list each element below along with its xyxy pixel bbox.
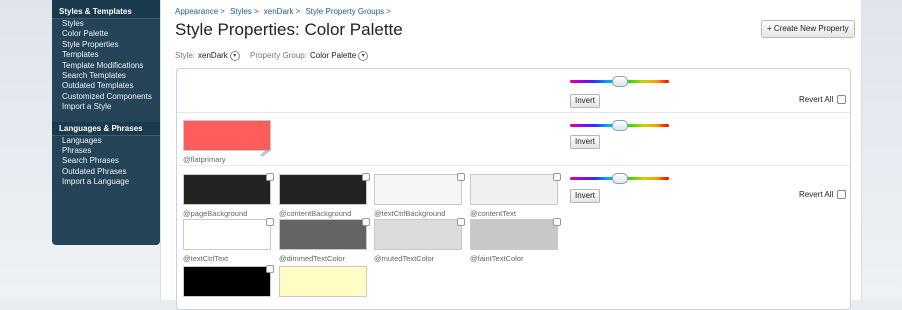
swatch-color[interactable] — [183, 266, 271, 297]
sidebar-item-styles[interactable]: Styles — [52, 19, 160, 29]
breadcrumb-styles[interactable]: Styles — [230, 7, 252, 16]
swatch-label: @faintTextColor — [470, 254, 524, 263]
pencil-icon[interactable] — [260, 149, 270, 157]
swatch-color[interactable] — [470, 174, 558, 205]
swatch-checkbox[interactable] — [457, 173, 465, 181]
invert-button-1[interactable]: Invert — [570, 94, 601, 108]
swatch-checkbox[interactable] — [266, 218, 274, 226]
invert-button-3[interactable]: Invert — [570, 189, 601, 203]
swatch-fainttextcolor[interactable]: @faintTextColor — [470, 218, 561, 264]
sidebar-section-title-styles: Styles & Templates — [52, 0, 160, 19]
swatch-label: @contentText — [470, 209, 516, 218]
swatch-checkbox[interactable] — [457, 218, 465, 226]
sidebar-item-template-modifications[interactable]: Template Modifications — [52, 61, 160, 71]
sidebar-item-customized-components[interactable]: Customized Components — [52, 92, 160, 102]
swatch-label: @mutedTextColor — [374, 254, 435, 263]
swatch-checkbox[interactable] — [362, 173, 370, 181]
swatch-textctrltext[interactable]: @textCtrlText — [183, 218, 274, 264]
swatch-color[interactable] — [279, 174, 367, 205]
hue-slider-1[interactable] — [570, 76, 669, 87]
revert-all-label-3: Revert All — [799, 190, 834, 199]
breadcrumb-appearance[interactable]: Appearance — [175, 7, 218, 16]
breadcrumb-style-property-groups[interactable]: Style Property Groups — [305, 7, 384, 16]
swatch-flatprimary[interactable]: @flatprimary — [183, 120, 271, 165]
style-dropdown-icon[interactable]: ▾ — [229, 51, 240, 61]
hue-slider-2[interactable] — [570, 120, 669, 131]
sidebar-item-search-templates[interactable]: Search Templates — [52, 71, 160, 81]
palette-content-box: Invert Revert All @flatprimary Invert In… — [176, 68, 851, 310]
revert-all-checkbox-3[interactable] — [837, 190, 847, 200]
swatch-color[interactable] — [470, 219, 558, 250]
swatch-label: @textCtrlBackground — [374, 209, 446, 218]
swatch-mutedtextcolor[interactable]: @mutedTextColor — [374, 218, 465, 264]
sidebar-item-templates[interactable]: Templates — [52, 50, 160, 60]
sidebar-item-color-palette[interactable]: Color Palette — [52, 29, 160, 39]
swatch-color[interactable] — [183, 120, 271, 151]
swatch-color[interactable] — [374, 174, 462, 205]
swatch-cream[interactable] — [279, 266, 367, 298]
sidebar-item-search-phrases[interactable]: Search Phrases — [52, 156, 160, 166]
sidebar-item-style-properties[interactable]: Style Properties — [52, 40, 160, 50]
swatch-checkbox[interactable] — [553, 173, 561, 181]
revert-all-3: Revert All — [799, 190, 847, 200]
swatch-label: @textCtrlText — [183, 254, 229, 263]
sidebar-item-outdated-phrases[interactable]: Outdated Phrases — [52, 167, 160, 177]
swatch-contentbackground[interactable]: @contentBackground — [279, 173, 370, 219]
swatch-checkbox[interactable] — [362, 218, 370, 226]
hue-slider-handle-3[interactable] — [612, 173, 628, 184]
swatch-checkbox[interactable] — [553, 218, 561, 226]
sidebar-item-phrases[interactable]: Phrases — [52, 146, 160, 156]
filter-bar: Style: xenDark ▾ Property Group: Color Pale… — [175, 51, 369, 61]
swatch-color[interactable] — [183, 219, 271, 250]
sidebar-item-import-style[interactable]: Import a Style — [52, 102, 160, 112]
hue-slider-handle-1[interactable] — [612, 76, 628, 87]
swatch-contenttext[interactable]: @contentText — [470, 173, 561, 219]
swatch-black[interactable] — [183, 265, 274, 298]
revert-all-checkbox-1[interactable] — [837, 95, 847, 105]
group-filter-label: Property Group: — [250, 51, 307, 61]
swatch-pagebackground[interactable]: @pageBackground — [183, 173, 274, 219]
breadcrumb: Appearance > Styles > xenDark > Style Prope… — [175, 7, 391, 16]
sidebar: Styles & Templates Styles Color Palette … — [52, 0, 160, 245]
sidebar-item-import-language[interactable]: Import a Language — [52, 177, 160, 187]
create-new-property-button[interactable]: + Create New Property — [761, 20, 855, 38]
hue-slider-3[interactable] — [570, 173, 669, 184]
swatch-color[interactable] — [183, 174, 271, 205]
group-filter-value[interactable]: Color Palette — [310, 51, 356, 60]
swatch-label: @pageBackground — [183, 209, 248, 218]
row-divider-2 — [177, 165, 850, 166]
breadcrumb-xendark[interactable]: xenDark — [264, 7, 294, 16]
main-panel: Appearance > Styles > xenDark > Style Prope… — [160, 0, 862, 310]
swatch-textctrlbackground[interactable]: @textCtrlBackground — [374, 173, 465, 219]
hue-slider-handle-2[interactable] — [612, 120, 628, 131]
swatch-dimmedtextcolor[interactable]: @dimmedTextColor — [279, 218, 370, 264]
swatch-label: @flatprimary — [183, 155, 226, 164]
page-title: Style Properties: Color Palette — [175, 20, 403, 39]
sidebar-item-outdated-templates[interactable]: Outdated Templates — [52, 81, 160, 91]
style-filter-value[interactable]: xenDark — [198, 51, 228, 60]
invert-button-2[interactable]: Invert — [570, 135, 601, 149]
group-dropdown-icon[interactable]: ▾ — [358, 51, 369, 61]
swatch-checkbox[interactable] — [266, 265, 274, 273]
sidebar-section-title-languages: Languages & Phrases — [52, 121, 160, 136]
sidebar-item-languages[interactable]: Languages — [52, 136, 160, 146]
swatch-label: @contentBackground — [279, 209, 352, 218]
style-filter-label: Style: — [175, 51, 196, 61]
row-divider-1 — [177, 112, 850, 113]
swatch-color[interactable] — [374, 219, 462, 250]
swatch-label: @dimmedTextColor — [279, 254, 345, 263]
revert-all-label-1: Revert All — [799, 95, 834, 104]
swatch-checkbox[interactable] — [266, 173, 274, 181]
swatch-color[interactable] — [279, 219, 367, 250]
revert-all-1: Revert All — [799, 95, 847, 105]
swatch-color[interactable] — [279, 266, 367, 297]
